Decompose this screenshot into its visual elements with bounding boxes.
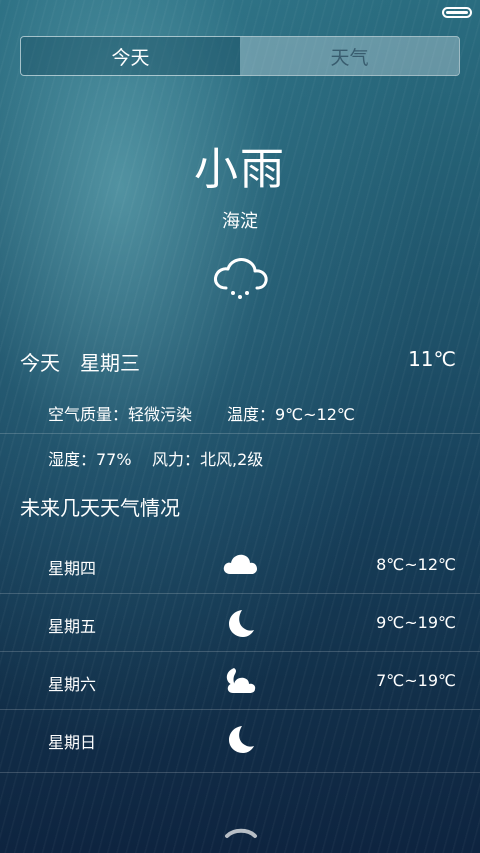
forecast-day-temp: 9℃~19℃ [376,613,456,632]
moon-icon [229,610,254,637]
divider [0,651,480,652]
divider [0,709,480,710]
forecast-day-name: 星期五 [48,617,97,636]
forecast-title: 未来几天天气情况 [20,496,180,520]
chevron-up-icon[interactable] [224,825,258,839]
divider [0,593,480,594]
air-quality-text: 空气质量：轻微污染 [48,405,193,424]
forecast-day-name: 星期六 [48,675,97,694]
cloud-icon [223,554,257,574]
wind-text: 风力：北风,2级 [152,450,264,469]
tab-bar: 今天 天气 [20,36,460,76]
forecast-day-name: 星期日 [48,733,97,752]
moon-cloud-icon [226,668,256,693]
current-condition: 小雨 [194,144,286,195]
today-weekday: 星期三 [80,351,140,375]
today-temperature: 11℃ [408,347,456,371]
divider [0,433,480,434]
location-name: 海淀 [222,211,258,232]
forecast-day-temp: 8℃~12℃ [376,555,456,574]
cloud-light-rain-icon [214,258,268,299]
divider [0,772,480,773]
tab-today[interactable]: 今天 [21,37,240,75]
temp-range-text: 温度：9℃~12℃ [227,405,355,424]
tab-weather[interactable]: 天气 [240,37,459,75]
moon-icon [229,726,254,753]
forecast-day-name: 星期四 [48,559,97,578]
today-label: 今天 [20,351,60,375]
battery-icon [442,7,472,18]
today-summary: 今天 星期三 11℃ [20,347,460,377]
humidity-text: 湿度：77% [48,450,132,469]
forecast-day-temp: 7℃~19℃ [376,671,456,690]
